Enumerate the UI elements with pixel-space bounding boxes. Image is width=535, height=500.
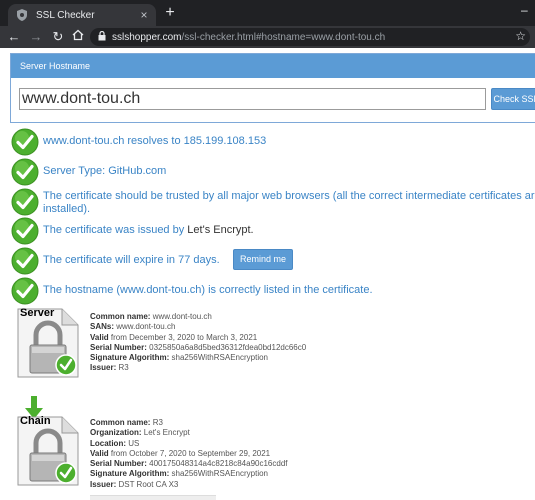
scroll-edge — [90, 495, 216, 500]
address-bar[interactable]: sslshopper.com/ssl-checker.html#hostname… — [90, 28, 530, 46]
browser-toolbar: ← → ↻ sslshopper.com/ssl-checker.html#ho… — [0, 26, 535, 48]
address-url: sslshopper.com/ssl-checker.html#hostname… — [112, 31, 386, 43]
checkmark-icon — [11, 277, 39, 305]
result-trusted: The certificate should be trusted by all… — [11, 188, 535, 216]
result-text: The certificate was issued by Let's Encr… — [43, 224, 254, 236]
browser-tabstrip: SSL Checker × + – — [0, 0, 535, 26]
minimize-icon[interactable]: – — [521, 3, 528, 17]
result-expiry: The certificate will expire in 77 days. … — [11, 247, 535, 275]
reload-icon[interactable]: ↻ — [50, 29, 66, 45]
result-text: The certificate should be trusted by all… — [43, 190, 535, 215]
home-icon[interactable] — [70, 29, 86, 45]
checkmark-icon — [11, 188, 39, 216]
shield-icon — [16, 9, 28, 21]
result-issuer: The certificate was issued by Let's Encr… — [11, 217, 535, 245]
checkmark-icon — [11, 128, 39, 156]
issuer-name: Let's Encrypt — [187, 224, 251, 236]
server-cert-details: Common name: www.dont-tou.ch SANs: www.d… — [90, 312, 307, 373]
forward-icon[interactable]: → — [28, 29, 44, 45]
result-resolves: www.dont-tou.ch resolves to 185.199.108.… — [11, 128, 535, 156]
back-icon[interactable]: ← — [6, 29, 22, 45]
check-ssl-button[interactable]: Check SSL — [491, 88, 535, 110]
result-text: www.dont-tou.ch resolves to 185.199.108.… — [43, 135, 267, 147]
checkmark-icon — [11, 158, 39, 186]
server-cert-icon: Server — [16, 307, 86, 379]
chain-cert-icon: Chain — [16, 415, 86, 487]
tab-close-icon[interactable]: × — [136, 8, 152, 22]
remind-me-button[interactable]: Remind me — [233, 249, 293, 270]
hostname-input[interactable]: www.dont-tou.ch — [19, 88, 486, 110]
chain-label: Chain — [20, 415, 51, 427]
checkmark-icon — [11, 247, 39, 275]
new-tab-button[interactable]: + — [162, 5, 178, 21]
lock-icon — [98, 30, 106, 43]
form-header: Server Hostname — [11, 54, 535, 78]
result-server-type: Server Type: GitHub.com — [11, 158, 535, 186]
chain-cert-details: Common name: R3 Organization: Let's Encr… — [90, 418, 288, 489]
checkmark-icon — [11, 217, 39, 245]
tab-title: SSL Checker — [36, 9, 95, 21]
result-text: The hostname (www.dont-tou.ch) is correc… — [43, 284, 373, 296]
server-label: Server — [20, 307, 55, 319]
result-hostname: The hostname (www.dont-tou.ch) is correc… — [11, 277, 535, 305]
browser-tab[interactable]: SSL Checker × — [8, 4, 156, 26]
bookmark-star-icon[interactable]: ☆ — [515, 29, 526, 43]
result-text: Server Type: GitHub.com — [43, 165, 167, 177]
result-text: The certificate will expire in 77 days. — [43, 254, 220, 266]
hostname-form: Server Hostname www.dont-tou.ch Check SS… — [10, 53, 535, 123]
page-content: Server Hostname www.dont-tou.ch Check SS… — [0, 48, 535, 500]
